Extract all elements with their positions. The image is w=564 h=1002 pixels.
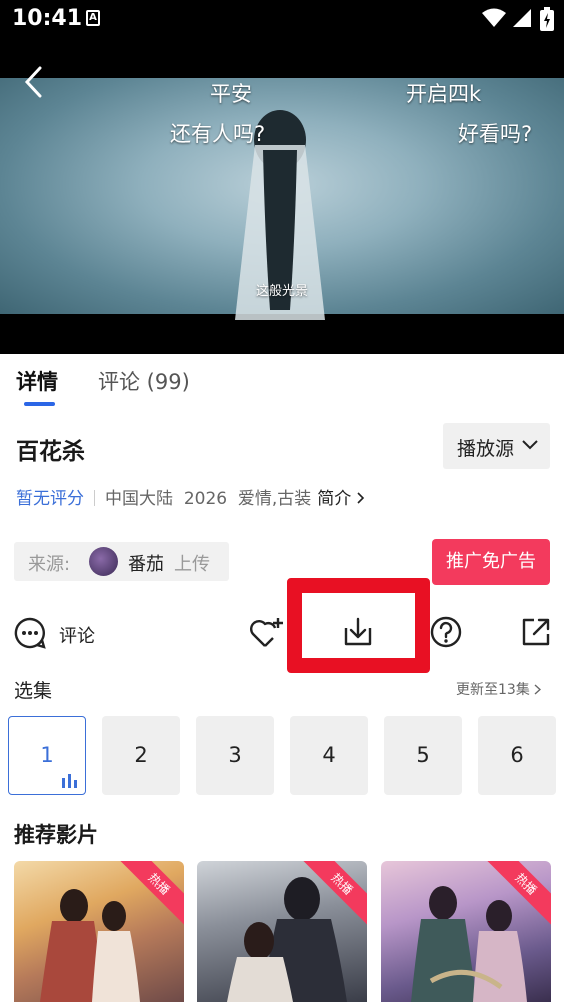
rating-text: 暂无评分 [16, 489, 84, 509]
chevron-right-icon [357, 492, 364, 504]
episode-button-5[interactable]: 5 [384, 716, 462, 795]
year-text: 2026 [183, 489, 228, 509]
episode-button-3[interactable]: 3 [196, 716, 274, 795]
comment-icon[interactable] [14, 617, 46, 649]
drama-meta: 暂无评分 中国大陆 2026 爱情,古装 简介 [16, 484, 365, 509]
promote-ad-free-button[interactable]: 推广免广告 [432, 539, 550, 585]
episode-button-1[interactable]: 1 [8, 716, 86, 795]
episodes-update-link[interactable]: 更新至13集 [456, 679, 541, 699]
help-icon[interactable] [430, 616, 462, 648]
danmaku-comment: 还有人吗? [170, 122, 266, 146]
recommend-poster-1[interactable]: 热播 [14, 861, 184, 1002]
uploader-name: 番茄 [128, 554, 164, 575]
play-source-label: 播放源 [457, 438, 515, 460]
uploader-badge: 来源: 番茄 上传 [14, 542, 229, 581]
recommend-poster-3[interactable]: 热播 [381, 861, 551, 1002]
cellular-icon [513, 9, 531, 27]
share-icon[interactable] [520, 616, 552, 648]
episode-button-6[interactable]: 6 [478, 716, 556, 795]
danmaku-comment: 开启四k [406, 82, 482, 106]
episodes-heading: 选集 [14, 680, 53, 702]
episode-number: 6 [510, 743, 524, 767]
favorite-add-icon[interactable] [249, 616, 285, 650]
intro-link[interactable]: 简介 [317, 489, 364, 509]
chevron-right-icon [534, 684, 541, 695]
play-source-button[interactable]: 播放源 [443, 423, 550, 469]
recommend-heading: 推荐影片 [14, 823, 98, 847]
episode-number: 4 [322, 743, 336, 767]
uploader-suffix: 上传 [174, 554, 210, 575]
battery-icon [540, 7, 554, 31]
notification-icon: A [86, 10, 100, 26]
tab-comments[interactable]: 评论 (99) [98, 366, 190, 396]
tab-details[interactable]: 详情 [16, 366, 58, 396]
chevron-down-icon [522, 440, 538, 450]
detail-tabs: 详情 评论 (99) [0, 354, 564, 412]
episode-button-4[interactable]: 4 [290, 716, 368, 795]
region-text: 中国大陆 [105, 489, 173, 509]
wifi-icon [482, 8, 506, 27]
danmaku-comment: 平安 [210, 82, 252, 106]
recommend-poster-2[interactable]: 热播 [197, 861, 367, 1002]
video-player[interactable]: 平安 开启四k 还有人吗? 好看吗? 这般光景 [0, 40, 564, 354]
episode-number: 3 [228, 743, 242, 767]
divider [94, 490, 95, 506]
avatar [89, 547, 118, 576]
playing-bars-icon [62, 774, 77, 788]
video-subtitle: 这般光景 [255, 284, 308, 299]
episode-number: 1 [40, 743, 54, 767]
episode-button-2[interactable]: 2 [102, 716, 180, 795]
status-bar: 10:41 A [0, 0, 564, 40]
tab-indicator [24, 402, 55, 406]
danmaku-comment: 好看吗? [458, 122, 533, 146]
intro-label: 简介 [317, 489, 352, 509]
uploader-label: 来源: [28, 554, 71, 575]
status-time: 10:41 [12, 6, 83, 31]
comment-label[interactable]: 评论 [59, 622, 95, 648]
back-arrow-icon[interactable] [24, 66, 44, 98]
episodes-update-text: 更新至13集 [456, 682, 530, 698]
drama-title: 百花杀 [16, 439, 85, 465]
download-highlight-box [287, 578, 430, 673]
genre-text: 爱情,古装 [237, 489, 312, 509]
episode-number: 2 [134, 743, 148, 767]
action-bar: 评论 [0, 610, 564, 660]
episode-number: 5 [416, 743, 430, 767]
